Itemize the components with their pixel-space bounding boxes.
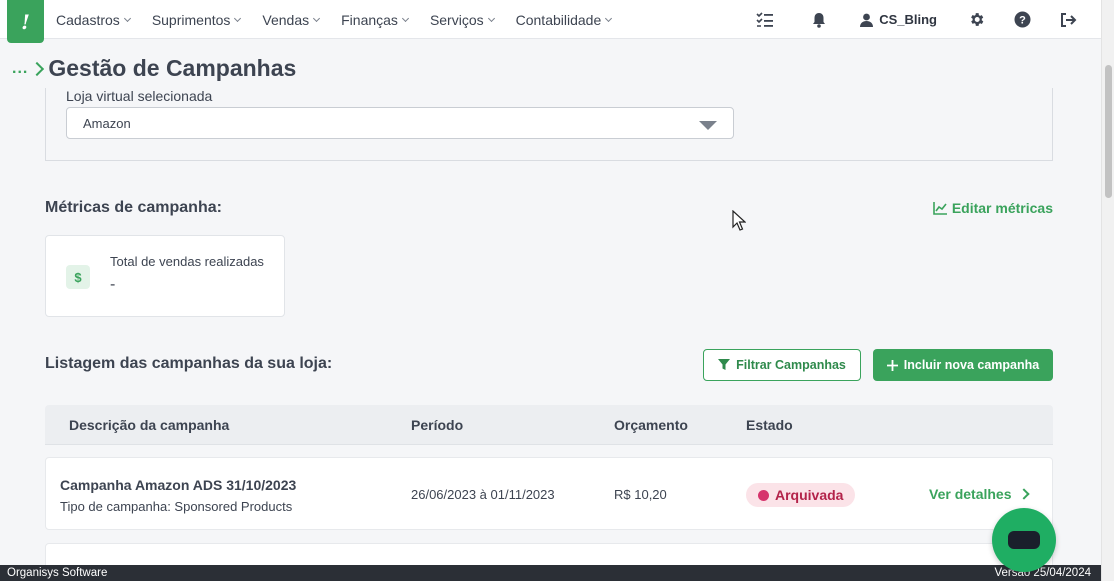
chat-button[interactable] <box>992 508 1056 572</box>
store-label: Loja virtual selecionada <box>66 88 213 104</box>
menu-label: Serviços <box>429 11 484 28</box>
menu-cadastros[interactable]: Cadastros <box>56 11 131 28</box>
metrics-title: Métricas de campanha: <box>45 199 222 216</box>
menu-vendas[interactable]: Vendas <box>262 11 321 28</box>
store-select[interactable]: Amazon <box>66 107 734 139</box>
svg-text:?: ? <box>1019 15 1026 27</box>
menu-label: Vendas <box>262 11 310 28</box>
list-title: Listagem das campanhas da sua loja: <box>45 355 333 372</box>
menu-label: Suprimentos <box>151 11 231 28</box>
table-header: Descrição da campanha Período Orçamento … <box>45 405 1053 445</box>
campaign-type: Tipo de campanha: Sponsored Products <box>60 499 293 514</box>
breadcrumb-ellipsis[interactable]: ... <box>12 60 28 78</box>
store-select-value: Amazon <box>83 115 131 131</box>
menu-servicos[interactable]: Serviços <box>429 11 495 28</box>
edit-metrics-label: Editar métricas <box>951 200 1053 216</box>
edit-metrics-link[interactable]: Editar métricas <box>933 200 1053 216</box>
logo[interactable]: ! <box>7 0 44 43</box>
logo-mark: ! <box>21 9 30 34</box>
plus-icon <box>886 359 898 371</box>
menu-label: Cadastros <box>56 11 120 28</box>
user-icon <box>860 13 874 27</box>
menu-label: Finanças <box>341 11 398 28</box>
add-campaign-label: Incluir nova campanha <box>903 358 1040 372</box>
dollar-icon: $ <box>66 265 90 289</box>
menu-label: Contabilidade <box>515 11 602 28</box>
gear-icon[interactable] <box>967 11 985 29</box>
caret-down-icon <box>699 121 717 130</box>
chevron-right-icon <box>1017 488 1030 500</box>
metric-label: Total de vendas realizadas <box>110 254 264 269</box>
metric-value: - <box>110 276 116 293</box>
add-campaign-button[interactable]: Incluir nova campanha <box>873 349 1053 381</box>
filter-icon <box>718 359 731 371</box>
view-details-link[interactable]: Ver detalhes <box>929 486 1030 502</box>
filter-label: Filtrar Campanhas <box>736 358 846 372</box>
view-details-label: Ver detalhes <box>929 486 1012 502</box>
filter-campaigns-button[interactable]: Filtrar Campanhas <box>703 349 861 381</box>
breadcrumb: ... Gestão de Campanhas <box>12 55 296 82</box>
column-header: Período <box>411 417 464 433</box>
mouse-cursor-icon <box>732 209 747 236</box>
footer-bar: Organisys Software Versão 25/04/2024 <box>0 565 1101 581</box>
menu-financas[interactable]: Finanças <box>341 11 409 28</box>
column-header: Descrição da campanha <box>69 417 230 433</box>
chevron-down-icon <box>401 14 409 22</box>
status-badge: Arquivada <box>746 483 856 507</box>
task-list-icon[interactable] <box>756 11 774 29</box>
main-menu: Cadastros Suprimentos Vendas Finanças Se… <box>56 0 633 39</box>
nav-actions: CS_Bling ? <box>756 0 1101 39</box>
column-header: Orçamento <box>614 417 688 433</box>
user-menu[interactable]: CS_Bling <box>860 12 937 27</box>
footer-version: Versão 25/04/2024 <box>994 567 1091 579</box>
footer-company: Organisys Software <box>7 567 108 579</box>
metric-card: $ Total de vendas realizadas - <box>45 235 285 317</box>
store-selector-card: Loja virtual selecionada Amazon <box>45 88 1053 161</box>
chevron-down-icon <box>313 14 321 22</box>
top-navbar: ! Cadastros Suprimentos Vendas Finanças … <box>0 0 1101 43</box>
column-header: Estado <box>746 417 793 433</box>
bell-icon[interactable] <box>810 11 828 29</box>
campaign-budget: R$ 10,20 <box>614 487 667 502</box>
chevron-down-icon <box>487 14 495 22</box>
campaign-name: Campanha Amazon ADS 31/10/2023 <box>60 477 297 493</box>
table-row: Campanha Amazon ADS 31/10/2023 Tipo de c… <box>45 457 1053 530</box>
scrollbar[interactable] <box>1101 0 1114 581</box>
status-label: Arquivada <box>775 487 844 503</box>
user-name: CS_Bling <box>879 12 937 27</box>
menu-contabilidade[interactable]: Contabilidade <box>515 11 613 28</box>
chevron-right-icon <box>30 61 45 76</box>
chevron-down-icon <box>605 14 613 22</box>
scrollbar-thumb[interactable] <box>1105 65 1112 198</box>
chart-line-icon <box>933 201 947 215</box>
chat-icon <box>1008 531 1040 549</box>
campaign-period: 26/06/2023 à 01/11/2023 <box>411 487 555 502</box>
chevron-down-icon <box>123 14 131 22</box>
status-dot-icon <box>758 489 769 501</box>
chevron-down-icon <box>234 14 242 22</box>
menu-suprimentos[interactable]: Suprimentos <box>151 11 242 28</box>
logout-icon[interactable] <box>1059 11 1077 29</box>
page-title: Gestão de Campanhas <box>48 55 297 81</box>
help-icon[interactable]: ? <box>1013 11 1031 29</box>
